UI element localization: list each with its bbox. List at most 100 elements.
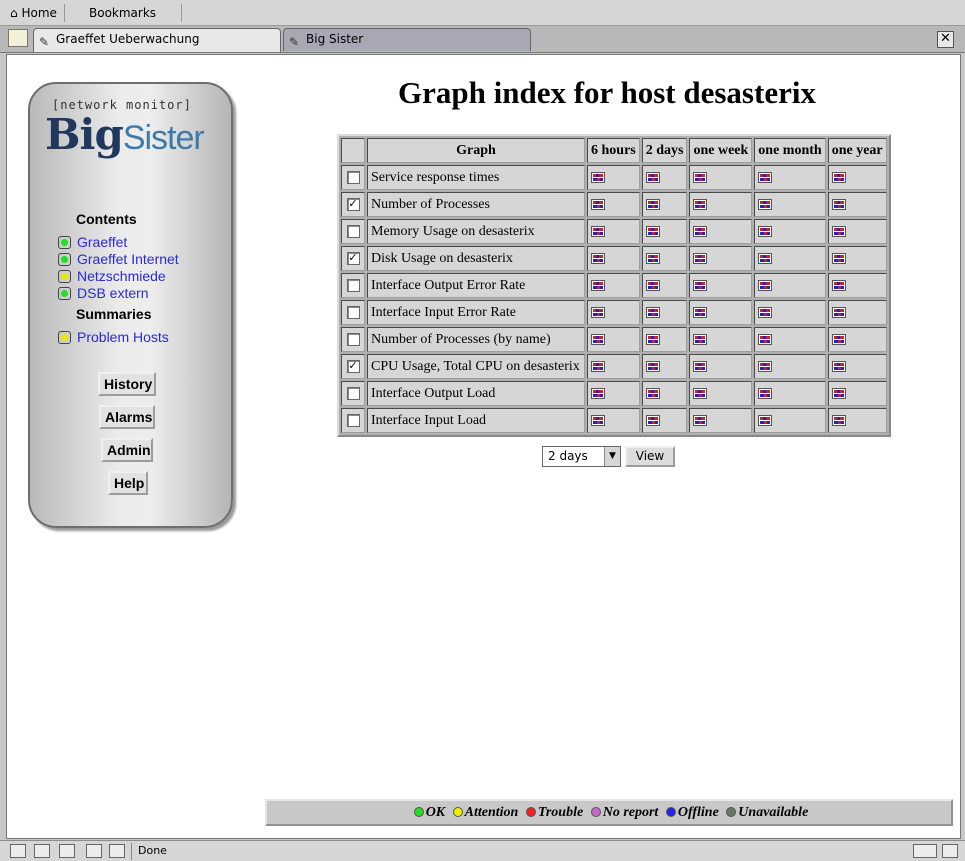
legend-item-no-report: No report (587, 805, 658, 820)
graph-icon[interactable] (831, 387, 846, 399)
home-label: Home (21, 6, 57, 20)
composer-icon[interactable] (59, 844, 75, 858)
graph-icon[interactable] (591, 198, 605, 210)
bookmarks-button[interactable]: Bookmarks (85, 4, 160, 22)
sidebar-link-graeffet-internet[interactable]: Graeffet Internet (58, 251, 179, 267)
graph-icon[interactable] (591, 387, 605, 399)
graph-icon[interactable] (831, 306, 846, 318)
graph-link-cell (754, 300, 826, 325)
history-button[interactable]: History (98, 372, 156, 396)
graph-name-cell: Interface Output Load (367, 381, 585, 406)
graph-icon[interactable] (693, 387, 708, 399)
graph-icon[interactable] (831, 198, 846, 210)
table-header-6-hours: 6 hours (587, 138, 640, 163)
graph-icon[interactable] (693, 333, 708, 345)
address-book-icon[interactable] (86, 844, 102, 858)
graph-icon[interactable] (831, 171, 846, 183)
graph-icon[interactable] (831, 414, 846, 426)
sidebar-link-graeffet[interactable]: Graeffet (58, 234, 127, 250)
sidebar-link-netzschmiede[interactable]: Netzschmiede (58, 268, 166, 284)
graph-icon[interactable] (645, 279, 660, 291)
graph-link-cell (827, 192, 887, 217)
tab-list-icon[interactable] (8, 29, 28, 47)
graph-icon[interactable] (758, 171, 773, 183)
status-ok-icon (58, 253, 71, 266)
view-button[interactable]: View (625, 446, 675, 467)
graph-icon[interactable] (693, 414, 708, 426)
table-header-one-year: one year (827, 138, 887, 163)
row-checkbox[interactable] (346, 332, 360, 346)
graph-icon[interactable] (758, 333, 773, 345)
graph-icon[interactable] (831, 360, 846, 372)
graph-icon[interactable] (758, 279, 773, 291)
graph-icon[interactable] (591, 252, 605, 264)
graph-icon[interactable] (758, 414, 773, 426)
row-checkbox[interactable]: ✓ (346, 251, 360, 265)
home-button[interactable]: ⌂ Home (6, 4, 61, 22)
graph-icon[interactable] (591, 333, 605, 345)
sidebar-link-problem-hosts[interactable]: Problem Hosts (58, 329, 169, 345)
tab-graeffet-ueberwachung[interactable]: ✎ Graeffet Ueberwachung (33, 28, 281, 52)
chat-icon[interactable] (109, 844, 125, 858)
graph-icon[interactable] (591, 306, 605, 318)
graph-icon[interactable] (645, 414, 660, 426)
row-checkbox[interactable]: ✓ (346, 359, 360, 373)
graph-icon[interactable] (831, 279, 846, 291)
graph-icon[interactable] (693, 279, 708, 291)
graph-link-cell (754, 327, 826, 352)
mail-icon[interactable] (34, 844, 50, 858)
graph-icon[interactable] (831, 252, 846, 264)
close-tab-icon[interactable]: ✕ (937, 31, 954, 48)
connection-icon (913, 844, 937, 858)
alarms-button[interactable]: Alarms (99, 405, 155, 429)
row-checkbox[interactable] (346, 305, 360, 319)
graph-icon[interactable] (831, 333, 846, 345)
graph-link-cell (689, 165, 753, 190)
graph-icon[interactable] (758, 360, 773, 372)
row-checkbox[interactable] (346, 278, 360, 292)
row-checkbox[interactable]: ✓ (346, 197, 360, 211)
tab-big-sister[interactable]: ✎ Big Sister (283, 28, 531, 51)
graph-icon[interactable] (591, 360, 605, 372)
graph-icon[interactable] (758, 252, 773, 264)
graph-icon[interactable] (758, 198, 773, 210)
graph-icon[interactable] (591, 225, 605, 237)
graph-icon[interactable] (645, 252, 660, 264)
graph-name-cell: Number of Processes (367, 192, 585, 217)
graph-icon[interactable] (591, 414, 605, 426)
period-select[interactable]: 2 days ▼ (542, 446, 621, 467)
graph-icon[interactable] (645, 198, 660, 210)
graph-icon[interactable] (693, 198, 708, 210)
row-checkbox[interactable] (346, 413, 360, 427)
graph-icon[interactable] (693, 306, 708, 318)
graph-icon[interactable] (645, 333, 660, 345)
graph-icon[interactable] (693, 360, 708, 372)
graph-icon[interactable] (758, 306, 773, 318)
graph-icon[interactable] (645, 306, 660, 318)
row-select-cell: ✓ (341, 246, 365, 271)
graph-icon[interactable] (693, 171, 708, 183)
attention-dot-icon (452, 807, 463, 817)
graph-link-cell (689, 408, 753, 433)
navigator-icon[interactable] (10, 844, 26, 858)
help-button[interactable]: Help (108, 471, 148, 495)
admin-button[interactable]: Admin (101, 438, 153, 462)
summaries-heading: Summaries (76, 306, 152, 322)
graph-icon[interactable] (758, 387, 773, 399)
graph-icon[interactable] (831, 225, 846, 237)
graph-icon[interactable] (645, 171, 660, 183)
row-checkbox[interactable] (346, 224, 360, 238)
graph-icon[interactable] (758, 225, 773, 237)
graph-icon[interactable] (591, 171, 605, 183)
graph-icon[interactable] (645, 360, 660, 372)
security-lock-icon[interactable] (942, 844, 958, 858)
status-ok-icon (58, 236, 71, 249)
sidebar-link-dsb-extern[interactable]: DSB extern (58, 285, 149, 301)
row-checkbox[interactable] (346, 386, 360, 400)
graph-icon[interactable] (645, 225, 660, 237)
graph-icon[interactable] (693, 225, 708, 237)
graph-icon[interactable] (591, 279, 605, 291)
graph-icon[interactable] (693, 252, 708, 264)
graph-icon[interactable] (645, 387, 660, 399)
row-checkbox[interactable] (346, 170, 360, 184)
